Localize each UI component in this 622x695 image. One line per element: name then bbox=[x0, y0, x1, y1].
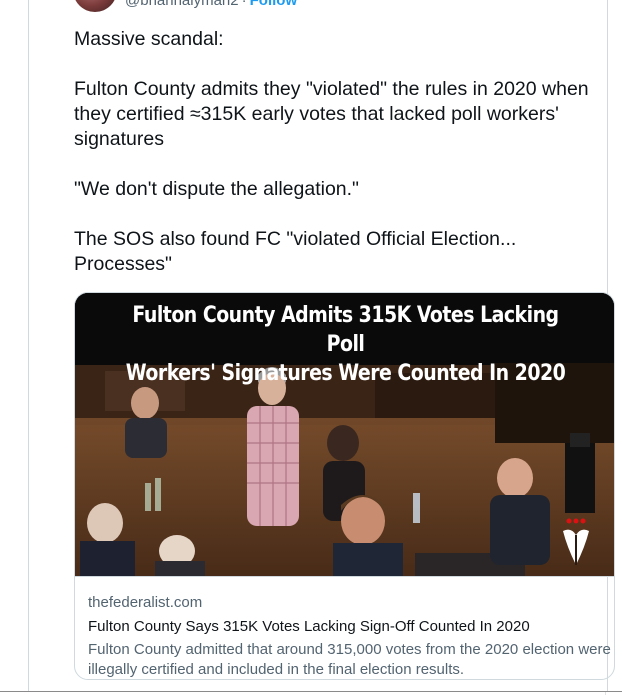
card-title[interactable]: Fulton County Says 315K Votes Lacking Si… bbox=[88, 617, 614, 637]
card-domain: thefederalist.com bbox=[88, 594, 203, 611]
card-description: Fulton County admitted that around 315,0… bbox=[88, 641, 611, 678]
tweet-line: Massive scandal: bbox=[74, 28, 224, 50]
user-handle-row: @briannalyman2 · Follow bbox=[125, 0, 297, 9]
divider bbox=[0, 691, 622, 692]
tweet-text: Massive scandal: Fulton County admits th… bbox=[74, 27, 614, 277]
follow-button[interactable]: Follow bbox=[250, 0, 298, 9]
avatar[interactable] bbox=[73, 0, 117, 12]
user-handle[interactable]: @briannalyman2 bbox=[125, 0, 239, 9]
tweet-card: @briannalyman2 · Follow Massive scandal: F… bbox=[28, 0, 615, 692]
card-image[interactable]: Fulton County Admits 315K Votes Lacking … bbox=[75, 293, 614, 576]
headline-line: Fulton County Admits 315K Votes Lacking … bbox=[132, 303, 559, 357]
tweet-line: Fulton County admits they "violated" the… bbox=[74, 78, 589, 150]
link-preview-card[interactable]: Fulton County Admits 315K Votes Lacking … bbox=[74, 292, 615, 680]
tweet-line: The SOS also found FC "violated Official… bbox=[74, 228, 517, 275]
headline-line: Workers' Signatures Were Counted In 2020 bbox=[125, 361, 566, 386]
separator-dot: · bbox=[241, 0, 247, 9]
tweet-line: "We don't dispute the allegation." bbox=[74, 178, 359, 200]
card-info[interactable]: thefederalist.com Fulton County Says 315… bbox=[75, 576, 614, 679]
card-image-headline: Fulton County Admits 315K Votes Lacking … bbox=[113, 301, 578, 388]
